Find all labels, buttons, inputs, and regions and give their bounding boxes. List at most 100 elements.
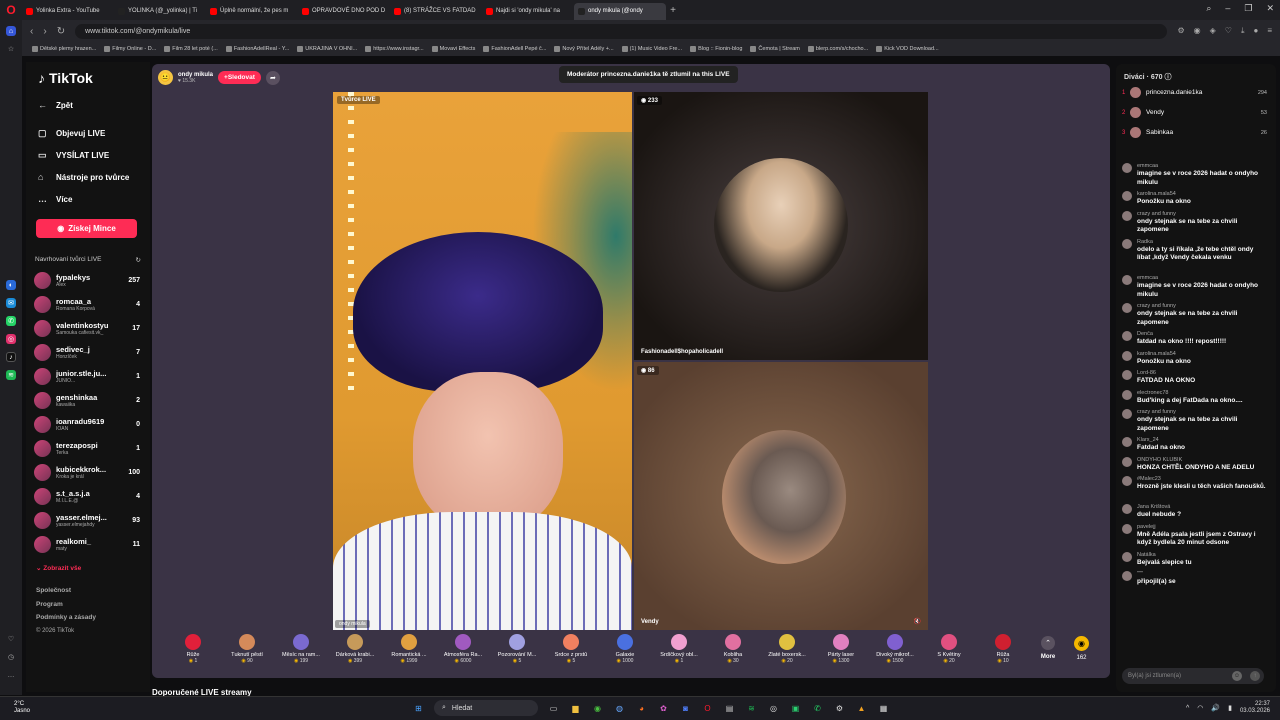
- heart-sidebar-icon[interactable]: ♡: [6, 634, 16, 644]
- home-icon[interactable]: ⌂: [6, 26, 16, 36]
- coin-balance[interactable]: ◉ 162: [1074, 632, 1089, 661]
- file-explorer-icon[interactable]: ▆: [569, 702, 582, 715]
- opera-taskbar-icon[interactable]: O: [701, 702, 714, 715]
- chat-message[interactable]: Lord-86 FATDAD NA OKNO: [1122, 369, 1268, 386]
- emoji-icon[interactable]: ☺: [1232, 671, 1242, 681]
- gift-item[interactable]: Měsíc na ram... ◉ 199: [274, 632, 328, 664]
- bookmark-item[interactable]: blerp.com/s/chocho...: [807, 46, 868, 52]
- spotify-icon[interactable]: ≋: [6, 370, 16, 380]
- browser-tab[interactable]: (8) STRÁŽCE VS FATDAD: [390, 3, 482, 20]
- bookmark-item[interactable]: Kick VOD Download...: [876, 46, 939, 52]
- chat-message[interactable]: karolina.mala54 Ponožku na okno: [1122, 350, 1268, 367]
- get-coins-button[interactable]: ◉ Získej Mince: [36, 219, 137, 238]
- chat-message[interactable]: Radka odelo a ty si říkala ,že tebe chtěl…: [1122, 238, 1268, 263]
- steam-icon[interactable]: ◍: [613, 702, 626, 715]
- gift-item[interactable]: Divoký mikrof... ◉ 1500: [868, 632, 922, 664]
- gift-item[interactable]: Růža ◉ 10: [976, 632, 1030, 664]
- bookmark-item[interactable]: https://www.instagr...: [365, 46, 424, 52]
- app2-icon[interactable]: ▣: [789, 702, 802, 715]
- chat-message[interactable]: Denča fatdad na okno !!!! repost!!!!!: [1122, 330, 1268, 347]
- suggested-creator[interactable]: s.t_a.s.j.a M.I.L.E.@ 4: [34, 485, 140, 507]
- bookmark-item[interactable]: UKRAJINA V OHNI...: [297, 46, 357, 52]
- bookmark-item[interactable]: FashionAdell Pepé č...: [483, 46, 546, 52]
- chat-message[interactable]: Jana Krištová duel nebude ?: [1122, 503, 1268, 520]
- aria-icon[interactable]: ◐: [6, 280, 16, 290]
- footer-link[interactable]: Program: [36, 601, 63, 608]
- suggested-creator[interactable]: ioanradu9619 IOAN 0: [34, 413, 140, 435]
- chat-message[interactable]: crazy and funny ondy stejnak se na tebe z…: [1122, 210, 1268, 235]
- instagram-icon[interactable]: ◎: [6, 334, 16, 344]
- tiktok-icon[interactable]: ♪: [6, 352, 16, 362]
- messenger-icon[interactable]: ✉: [6, 298, 16, 308]
- url-field[interactable]: www.tiktok.com/@ondymikula/live: [75, 23, 1168, 39]
- extension-icon[interactable]: ⚙: [1177, 26, 1184, 36]
- gift-item[interactable]: Srdíčkový obl... ◉ 1: [652, 632, 706, 664]
- shield-icon[interactable]: ◈: [1210, 26, 1216, 36]
- top-viewer[interactable]: 3 Sabinkaa 26: [1122, 127, 1267, 138]
- tiktok-logo[interactable]: ♪ TikTok: [38, 70, 93, 86]
- follow-button[interactable]: +Sledovat: [218, 71, 261, 84]
- chat-message[interactable]: """ připojil(a) se: [1122, 570, 1268, 587]
- bookmark-item[interactable]: Dětské plemy hrazen...: [32, 46, 96, 52]
- firefox-icon[interactable]: ◕: [635, 702, 648, 715]
- bookmark-item[interactable]: Filmy Online - D...: [104, 46, 156, 52]
- guest-video-bottom[interactable]: ◉ 86 Vendy 🔇: [634, 362, 928, 630]
- reload-icon[interactable]: ↻: [57, 26, 65, 37]
- spotify-taskbar-icon[interactable]: ≋: [745, 702, 758, 715]
- whatsapp-taskbar-icon[interactable]: ✆: [811, 702, 824, 715]
- heart-icon[interactable]: ♡: [1225, 26, 1232, 36]
- show-all-link[interactable]: ⌄ Zobrazit vše: [36, 564, 81, 572]
- bookmark-item[interactable]: Nový Přítel Adély +...: [554, 46, 614, 52]
- suggested-creator[interactable]: valentinkostyu Samouka cafiesit.vk_ 17: [34, 317, 140, 339]
- browser-tab[interactable]: ondy mikula (@ondy: [574, 2, 666, 20]
- gift-item[interactable]: Párty laser ◉ 1300: [814, 632, 868, 664]
- camera-icon[interactable]: ◉: [1194, 26, 1201, 36]
- settings-icon[interactable]: ⚙: [833, 702, 846, 715]
- gift-item[interactable]: Romantická ... ◉ 1999: [382, 632, 436, 664]
- close-window-icon[interactable]: ✕: [1266, 3, 1274, 14]
- browser-tab[interactable]: Úplně normální, že pes m: [206, 3, 298, 20]
- top-viewer[interactable]: 1 princezna.danie1ka 294: [1122, 87, 1267, 98]
- star-icon[interactable]: ☆: [6, 44, 16, 54]
- weather-widget[interactable]: 2°C Jasno: [14, 701, 30, 715]
- suggested-creator[interactable]: terezapospi Terka 1: [34, 437, 140, 459]
- task-view-icon[interactable]: ▭: [547, 702, 560, 715]
- obs-icon[interactable]: ◎: [767, 702, 780, 715]
- app-icon[interactable]: ✿: [657, 702, 670, 715]
- volume-icon[interactable]: 🔊: [1211, 704, 1220, 712]
- chat-message[interactable]: ONDYHO KLUBIK HONZA CHTĚL ONDYHO A NE ADE…: [1122, 456, 1268, 473]
- bookmark-item[interactable]: Film 28 let poté (...: [164, 46, 218, 52]
- new-tab-button[interactable]: +: [666, 5, 680, 16]
- bookmark-item[interactable]: FashionAdellReal - Y...: [225, 46, 289, 52]
- footer-link[interactable]: Podmínky a zásady: [36, 614, 96, 621]
- guest-video-top[interactable]: ◉ 233 Fashionadell$hopaholicadell: [634, 92, 928, 360]
- chat-message[interactable]: emmcaa imagine se v roce 2026 hadat o ond…: [1122, 274, 1268, 299]
- suggested-creator[interactable]: kubicekkrok... Kroka je král 100: [34, 461, 140, 483]
- profile-icon[interactable]: ●: [1253, 26, 1258, 36]
- bookmark-item[interactable]: Movavi Effects: [431, 46, 475, 52]
- vlc-icon[interactable]: ▲: [855, 702, 868, 715]
- forward-nav-icon[interactable]: ›: [43, 26, 46, 37]
- download-icon[interactable]: ⤓: [1241, 26, 1245, 36]
- bookmark-item[interactable]: (1) Music Video Fre...: [621, 46, 682, 52]
- gift-item[interactable]: Dárková krabi... ◉ 399: [328, 632, 382, 664]
- gift-item[interactable]: Srdce z prstů ◉ 5: [544, 632, 598, 664]
- suggested-creator[interactable]: junior.stle.ju... JUNIO... 1: [34, 365, 140, 387]
- windows-start-icon[interactable]: ⊞: [412, 702, 425, 715]
- chat-message[interactable]: crazy and funny ondy stejnak se na tebe z…: [1122, 408, 1268, 433]
- browser-tab[interactable]: OPRAVDOVÉ DNO POD D: [298, 3, 390, 20]
- chat-message[interactable]: pavelejj Mně Adéla psala jestli jsem z Os…: [1122, 523, 1268, 548]
- browser-tab[interactable]: Najdi si 'ondy mikula' na: [482, 3, 574, 20]
- battery-icon[interactable]: ▮: [1228, 704, 1232, 712]
- terminal-icon[interactable]: ▤: [723, 702, 736, 715]
- gift-item[interactable]: Růže ◉ 1: [166, 632, 220, 664]
- back-nav-icon[interactable]: ‹: [30, 26, 33, 37]
- main-video[interactable]: Tvůrce LIVE ondy mikula: [333, 92, 632, 630]
- gift-item[interactable]: Pozorování M... ◉ 5: [490, 632, 544, 664]
- search-tabs-icon[interactable]: ⌕: [1206, 3, 1211, 14]
- bookmark-item[interactable]: Čemota | Stream: [750, 46, 800, 52]
- minimize-icon[interactable]: –: [1225, 3, 1230, 14]
- gift-item[interactable]: Kobliha ◉ 30: [706, 632, 760, 664]
- back-link[interactable]: ← Zpět: [38, 100, 73, 110]
- tray-chevron-icon[interactable]: ^: [1186, 705, 1189, 712]
